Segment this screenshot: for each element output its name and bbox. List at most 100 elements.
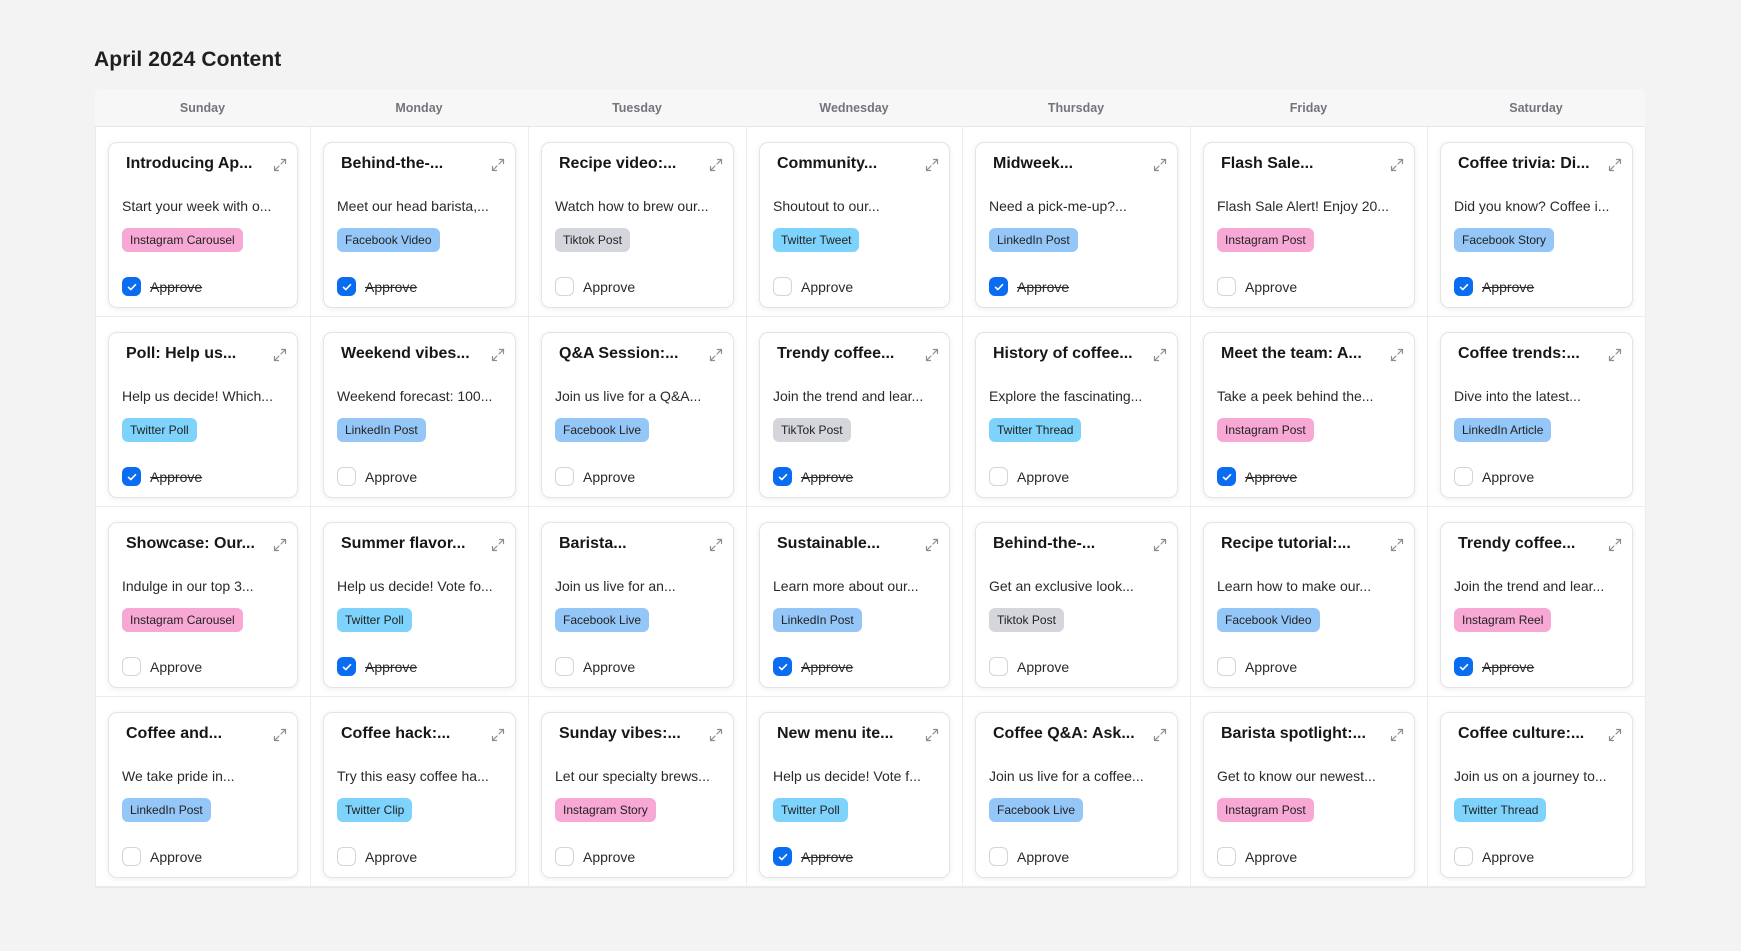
approve-toggle[interactable]: Approve — [989, 467, 1069, 486]
approve-checkbox[interactable] — [337, 467, 356, 486]
content-card[interactable]: Trendy coffee... Join the trend and lear… — [759, 332, 950, 498]
expand-icon[interactable] — [708, 157, 724, 173]
expand-icon[interactable] — [924, 347, 940, 363]
approve-toggle[interactable]: Approve — [122, 467, 202, 486]
approve-toggle[interactable]: Approve — [122, 847, 202, 866]
expand-icon[interactable] — [272, 727, 288, 743]
approve-toggle[interactable]: Approve — [989, 277, 1069, 296]
approve-toggle[interactable]: Approve — [337, 277, 417, 296]
approve-checkbox[interactable] — [773, 847, 792, 866]
approve-checkbox[interactable] — [1454, 847, 1473, 866]
expand-icon[interactable] — [272, 537, 288, 553]
content-card[interactable]: Coffee trends:... Dive into the latest..… — [1440, 332, 1633, 498]
content-card[interactable]: Midweek... Need a pick-me-up?... LinkedI… — [975, 142, 1178, 308]
approve-toggle[interactable]: Approve — [1454, 657, 1534, 676]
expand-icon[interactable] — [490, 157, 506, 173]
expand-icon[interactable] — [1152, 727, 1168, 743]
approve-toggle[interactable]: Approve — [555, 467, 635, 486]
approve-toggle[interactable]: Approve — [337, 847, 417, 866]
expand-icon[interactable] — [1389, 347, 1405, 363]
content-card[interactable]: Meet the team: A... Take a peek behind t… — [1203, 332, 1415, 498]
approve-checkbox[interactable] — [1454, 657, 1473, 676]
content-card[interactable]: Weekend vibes... Weekend forecast: 100..… — [323, 332, 516, 498]
approve-checkbox[interactable] — [555, 657, 574, 676]
content-card[interactable]: Trendy coffee... Join the trend and lear… — [1440, 522, 1633, 688]
expand-icon[interactable] — [924, 727, 940, 743]
content-card[interactable]: Coffee culture:... Join us on a journey … — [1440, 712, 1633, 878]
expand-icon[interactable] — [708, 537, 724, 553]
expand-icon[interactable] — [1389, 537, 1405, 553]
approve-checkbox[interactable] — [122, 847, 141, 866]
expand-icon[interactable] — [490, 347, 506, 363]
approve-checkbox[interactable] — [555, 467, 574, 486]
approve-toggle[interactable]: Approve — [1454, 467, 1534, 486]
content-card[interactable]: Coffee hack:... Try this easy coffee ha.… — [323, 712, 516, 878]
approve-checkbox[interactable] — [989, 467, 1008, 486]
content-card[interactable]: Showcase: Our... Indulge in our top 3...… — [108, 522, 298, 688]
content-card[interactable]: Q&A Session:... Join us live for a Q&A..… — [541, 332, 734, 498]
content-card[interactable]: Coffee trivia: Di... Did you know? Coffe… — [1440, 142, 1633, 308]
approve-checkbox[interactable] — [122, 277, 141, 296]
approve-checkbox[interactable] — [1217, 847, 1236, 866]
expand-icon[interactable] — [1152, 157, 1168, 173]
approve-checkbox[interactable] — [555, 847, 574, 866]
approve-toggle[interactable]: Approve — [773, 847, 853, 866]
expand-icon[interactable] — [490, 537, 506, 553]
expand-icon[interactable] — [708, 347, 724, 363]
approve-checkbox[interactable] — [1217, 657, 1236, 676]
expand-icon[interactable] — [1152, 537, 1168, 553]
expand-icon[interactable] — [1389, 157, 1405, 173]
approve-checkbox[interactable] — [122, 467, 141, 486]
content-card[interactable]: Community... Shoutout to our... Twitter … — [759, 142, 950, 308]
expand-icon[interactable] — [924, 537, 940, 553]
approve-checkbox[interactable] — [1454, 467, 1473, 486]
content-card[interactable]: Behind-the-... Get an exclusive look... … — [975, 522, 1178, 688]
approve-toggle[interactable]: Approve — [555, 277, 635, 296]
expand-icon[interactable] — [1607, 157, 1623, 173]
content-card[interactable]: Coffee Q&A: Ask... Join us live for a co… — [975, 712, 1178, 878]
approve-toggle[interactable]: Approve — [989, 847, 1069, 866]
approve-checkbox[interactable] — [337, 657, 356, 676]
content-card[interactable]: Introducing Ap... Start your week with o… — [108, 142, 298, 308]
content-card[interactable]: Sustainable... Learn more about our... L… — [759, 522, 950, 688]
approve-checkbox[interactable] — [122, 657, 141, 676]
approve-toggle[interactable]: Approve — [1454, 277, 1534, 296]
approve-checkbox[interactable] — [773, 467, 792, 486]
content-card[interactable]: Summer flavor... Help us decide! Vote fo… — [323, 522, 516, 688]
content-card[interactable]: Poll: Help us... Help us decide! Which..… — [108, 332, 298, 498]
content-card[interactable]: Recipe tutorial:... Learn how to make ou… — [1203, 522, 1415, 688]
approve-toggle[interactable]: Approve — [989, 657, 1069, 676]
approve-checkbox[interactable] — [989, 277, 1008, 296]
content-card[interactable]: New menu ite... Help us decide! Vote f..… — [759, 712, 950, 878]
expand-icon[interactable] — [1607, 727, 1623, 743]
expand-icon[interactable] — [490, 727, 506, 743]
approve-toggle[interactable]: Approve — [773, 277, 853, 296]
expand-icon[interactable] — [1607, 347, 1623, 363]
content-card[interactable]: Barista... Join us live for an... Facebo… — [541, 522, 734, 688]
approve-toggle[interactable]: Approve — [1217, 657, 1297, 676]
approve-toggle[interactable]: Approve — [555, 847, 635, 866]
approve-toggle[interactable]: Approve — [337, 657, 417, 676]
expand-icon[interactable] — [272, 347, 288, 363]
approve-toggle[interactable]: Approve — [773, 657, 853, 676]
approve-checkbox[interactable] — [773, 277, 792, 296]
content-card[interactable]: Barista spotlight:... Get to know our ne… — [1203, 712, 1415, 878]
expand-icon[interactable] — [1389, 727, 1405, 743]
approve-checkbox[interactable] — [989, 657, 1008, 676]
approve-checkbox[interactable] — [1217, 467, 1236, 486]
approve-checkbox[interactable] — [773, 657, 792, 676]
approve-toggle[interactable]: Approve — [555, 657, 635, 676]
approve-checkbox[interactable] — [1454, 277, 1473, 296]
content-card[interactable]: History of coffee... Explore the fascina… — [975, 332, 1178, 498]
expand-icon[interactable] — [272, 157, 288, 173]
approve-toggle[interactable]: Approve — [122, 657, 202, 676]
approve-checkbox[interactable] — [337, 277, 356, 296]
content-card[interactable]: Sunday vibes:... Let our specialty brews… — [541, 712, 734, 878]
approve-toggle[interactable]: Approve — [773, 467, 853, 486]
approve-toggle[interactable]: Approve — [1217, 847, 1297, 866]
approve-checkbox[interactable] — [1217, 277, 1236, 296]
content-card[interactable]: Recipe video:... Watch how to brew our..… — [541, 142, 734, 308]
content-card[interactable]: Coffee and... We take pride in... Linked… — [108, 712, 298, 878]
approve-toggle[interactable]: Approve — [337, 467, 417, 486]
expand-icon[interactable] — [708, 727, 724, 743]
